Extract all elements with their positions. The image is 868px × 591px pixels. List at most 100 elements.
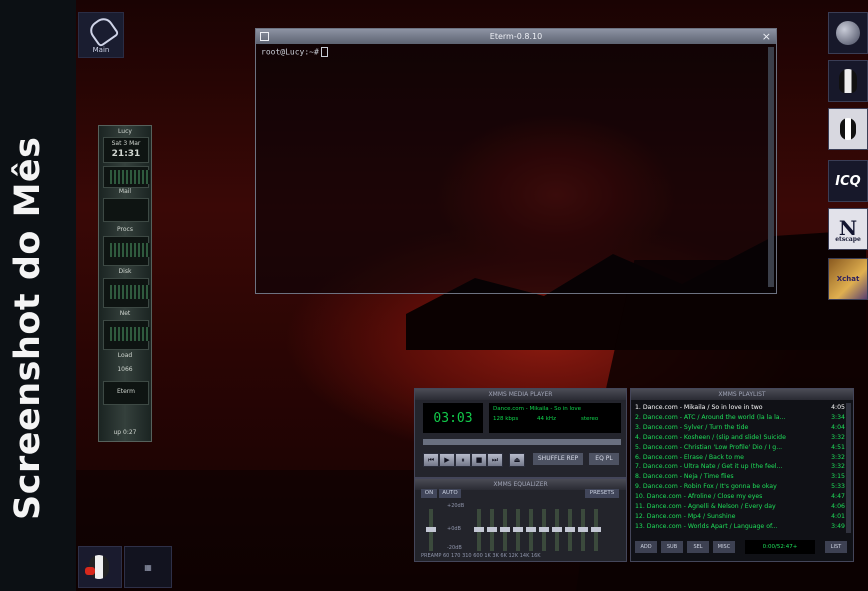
playlist-item-duration: 4:05 [831, 404, 845, 411]
playlist-add-button[interactable]: ADD [635, 541, 657, 553]
netscape-icon[interactable]: N etscape [828, 208, 868, 250]
terminal-title: Eterm-0.8.10 [489, 32, 543, 41]
xmms-player-window[interactable]: XMMS MEDIA PLAYER 03:03 Dance.com - Mika… [414, 388, 627, 478]
paperclip-icon [86, 14, 120, 48]
equalizer-title: XMMS EQUALIZER [493, 481, 548, 488]
dock-load-label: Load [117, 352, 133, 359]
penguin-icon[interactable] [828, 60, 868, 102]
window-menu-icon[interactable] [260, 32, 269, 41]
playlist-item[interactable]: 4. Dance.com - Kosheen / (slip and slide… [635, 433, 845, 443]
previous-button[interactable]: ⏮ [423, 453, 439, 467]
eq-band-slider[interactable] [539, 509, 549, 551]
stop-button[interactable]: ■ [471, 453, 487, 467]
procs-graph [103, 236, 150, 266]
eq-band-slider[interactable] [591, 509, 601, 551]
eq-band-slider[interactable] [513, 509, 523, 551]
time-display[interactable]: 03:03 [423, 403, 483, 433]
playlist-scrollbar[interactable] [846, 403, 851, 533]
xchat-icon[interactable]: Xchat [828, 258, 868, 300]
playlist-item[interactable]: 2. Dance.com - ATC / Around the world (l… [635, 413, 845, 423]
playlist-item[interactable]: 9. Dance.com - Robin Fox / It's gonna be… [635, 482, 845, 492]
playlist-item-duration: 4:51 [831, 443, 845, 451]
playlist-list-button[interactable]: LIST [825, 541, 847, 553]
cursor [320, 47, 328, 57]
playlist-sub-button[interactable]: SUB [661, 541, 683, 553]
playlist-item-duration: 3:49 [831, 522, 845, 530]
terminal-body[interactable]: root@Lucy:~# [256, 44, 776, 60]
icq-icon[interactable]: ICQ [828, 160, 868, 202]
main-menu-icon[interactable]: Main [78, 12, 124, 58]
eq-on-button[interactable]: ON [421, 489, 437, 498]
playlist-item-title: 7. Dance.com - Ultra Nate / Get it up (t… [635, 463, 783, 471]
mail-widget[interactable] [103, 198, 149, 222]
playlist-title: XMMS PLAYLIST [718, 391, 766, 398]
playlist-item-title: 6. Dance.com - Elrase / Back to me [635, 453, 744, 461]
playlist-item[interactable]: 3. Dance.com - Sylver / Turn the tide 4:0… [635, 423, 845, 433]
dock-procs-label: Procs [117, 226, 133, 233]
xmms-playlist-window[interactable]: XMMS PLAYLIST 1. Dance.com - Mikaila / S… [630, 388, 854, 562]
penguin-launcher-icon[interactable] [78, 546, 122, 588]
terminal-scrollbar[interactable] [768, 47, 774, 287]
pager-icon[interactable]: ▦ [124, 546, 172, 588]
eq-band-slider[interactable] [500, 509, 510, 551]
eq-pl-toggles[interactable]: EQ PL [589, 453, 619, 465]
playlist-item-duration: 3:34 [831, 413, 845, 421]
tux-icon[interactable] [828, 108, 868, 150]
icq-label: ICQ [835, 173, 861, 189]
playlist-item[interactable]: 8. Dance.com - Neja / Time flies 3:15 [635, 472, 845, 482]
terminal-titlebar[interactable]: Eterm-0.8.10 × [256, 29, 776, 44]
dock-net-label: Net [119, 310, 131, 317]
playlist-item-title: 5. Dance.com - Christian 'Low Profile' D… [635, 443, 783, 451]
eq-band-slider[interactable] [487, 509, 497, 551]
eq-scale-top: +20dB [447, 503, 465, 509]
xmms-equalizer-window[interactable]: XMMS EQUALIZER ON AUTO PRESETS +20dB +0d… [414, 478, 627, 562]
eq-band-slider[interactable] [552, 509, 562, 551]
playlist-item[interactable]: 1. Dance.com - Mikaila / So in love in t… [635, 403, 845, 413]
playlist-item-duration: 4:47 [831, 493, 845, 501]
playlist-sel-button[interactable]: SEL [687, 541, 709, 553]
playlist-item[interactable]: 10. Dance.com - Afroline / Close my eyes… [635, 492, 845, 502]
play-button[interactable]: ▶ [439, 453, 455, 467]
eject-button[interactable]: ⏏ [509, 453, 525, 467]
gnome-foot-icon[interactable] [828, 12, 868, 54]
dock-mail-label[interactable]: Mail [99, 188, 151, 195]
playlist-titlebar[interactable]: XMMS PLAYLIST [631, 389, 853, 400]
terminal-window[interactable]: Eterm-0.8.10 × root@Lucy:~# [255, 28, 777, 294]
playlist-misc-button[interactable]: MISC [713, 541, 735, 553]
eq-band-slider[interactable] [578, 509, 588, 551]
eq-band-slider[interactable] [565, 509, 575, 551]
playlist-item-title: 2. Dance.com - ATC / Around the world (l… [635, 413, 786, 421]
playlist-item-duration: 3:32 [831, 433, 845, 441]
track-info-display: Dance.com - Mikaila - So in love 128 kbp… [489, 403, 621, 433]
playlist-item-title: 12. Dance.com - Mp4 / Sunshine [635, 512, 736, 520]
eq-preamp-slider[interactable] [426, 509, 436, 551]
playlist-item[interactable]: 5. Dance.com - Christian 'Low Profile' D… [635, 443, 845, 453]
clock-widget: Sat 3 Mar 21:31 [103, 137, 149, 163]
pause-button[interactable]: ⏸ [455, 453, 471, 467]
playlist-item-duration: 5:33 [831, 483, 845, 491]
eq-presets-button[interactable]: PRESETS [585, 489, 619, 498]
playlist-item[interactable]: 13. Dance.com - Worlds Apart / Language … [635, 522, 845, 532]
playlist-item-duration: 3:32 [831, 463, 845, 471]
next-button[interactable]: ⏭ [487, 453, 503, 467]
playlist-item[interactable]: 6. Dance.com - Elrase / Back to me 3:32 [635, 453, 845, 463]
close-icon[interactable]: × [762, 29, 771, 44]
playlist-item[interactable]: 12. Dance.com - Mp4 / Sunshine 4:01 [635, 512, 845, 522]
eq-auto-button[interactable]: AUTO [439, 489, 461, 498]
eq-band-slider[interactable] [474, 509, 484, 551]
right-dock: ICQ N etscape Xchat [826, 12, 868, 302]
shuffle-button[interactable]: SHUFFLE REP [533, 453, 583, 465]
player-time: 03:03 [433, 410, 473, 426]
playlist-item[interactable]: 7. Dance.com - Ultra Nate / Get it up (t… [635, 462, 845, 472]
cpu-graph [103, 166, 150, 188]
eterm-launcher[interactable]: Eterm [103, 381, 149, 405]
player-title: XMMS MEDIA PLAYER [488, 391, 553, 398]
player-titlebar[interactable]: XMMS MEDIA PLAYER [415, 389, 626, 400]
playlist-item[interactable]: 11. Dance.com - Agnelli & Nelson / Every… [635, 502, 845, 512]
eq-band-slider[interactable] [526, 509, 536, 551]
eq-band-labels: PREAMP 60 170 310 600 1K 3K 6K 12K 14K 1… [421, 553, 541, 559]
eq-scale-mid: +0dB [447, 526, 461, 532]
playlist-item-title: 4. Dance.com - Kosheen / (slip and slide… [635, 433, 786, 441]
feature-banner: Screenshot do Mês [0, 0, 76, 591]
seek-bar[interactable] [423, 439, 621, 445]
